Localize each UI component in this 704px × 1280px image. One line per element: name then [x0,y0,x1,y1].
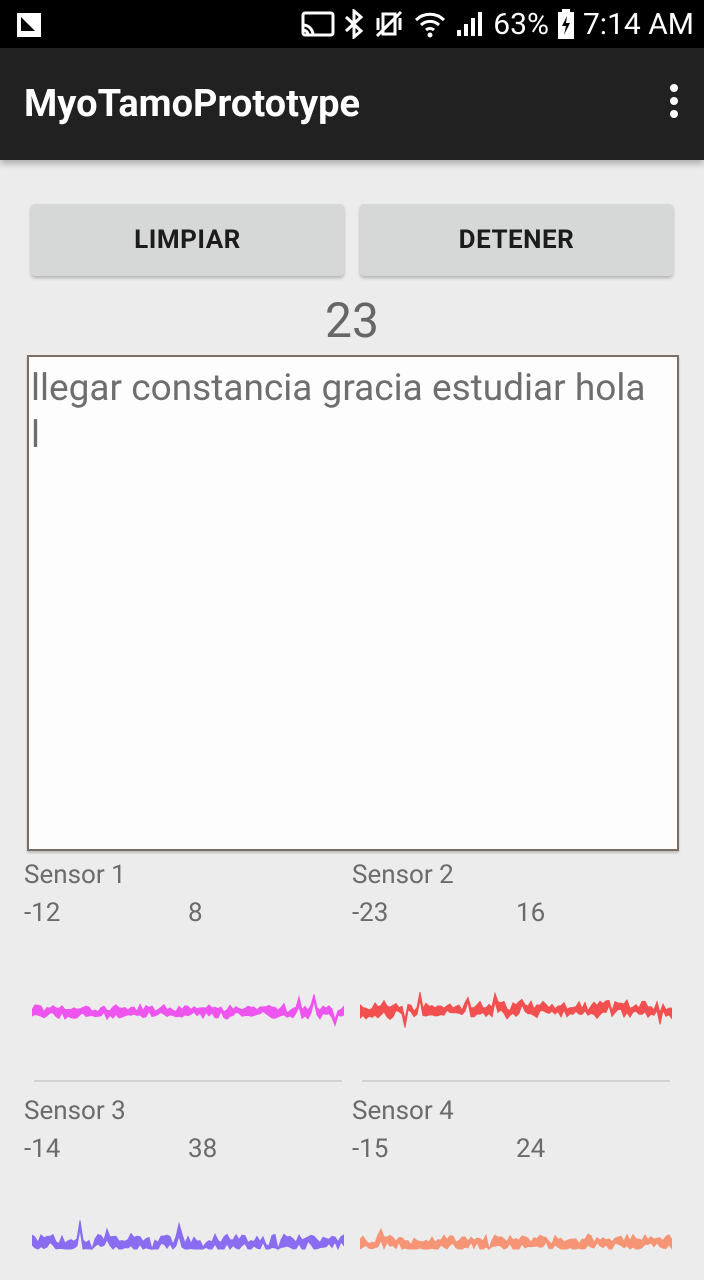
sensor-waveform [32,1220,344,1251]
overflow-menu-icon[interactable] [666,84,682,124]
stop-button[interactable]: DETENER [360,204,673,276]
sensor-1-min: -12 [24,898,61,928]
battery-percentage: 63% [493,6,549,42]
sensor-4-min: -15 [352,1134,389,1164]
sensor-waveform [360,991,672,1028]
status-bar: 63% 7:14 AM [0,0,704,48]
sensor-3-graph [32,1220,344,1251]
wifi-icon [415,12,446,38]
sensor-2-max: 16 [516,898,546,928]
divider [34,1080,342,1082]
divider [362,1080,670,1082]
sensor-2-graph [360,991,672,1028]
sensor-4-max: 24 [516,1134,546,1164]
sensor-1-graph [32,994,344,1028]
sensor-3-min: -14 [24,1134,61,1164]
sensor-4-graph [360,1227,672,1251]
sensor-3-max: 38 [188,1134,218,1164]
screenshot-notification-icon [17,13,41,37]
battery-charging-icon [557,9,574,39]
sensor-4-label: Sensor 4 [352,1096,454,1126]
app-bar: MyoTamoPrototype [0,48,704,160]
output-text: llegar constancia gracia estudiar hola l [31,367,646,457]
clear-button[interactable]: LIMPIAR [31,204,344,276]
cast-icon [301,11,335,37]
sensor-waveform [360,1227,672,1251]
bluetooth-icon [345,9,364,39]
sensor-2-min: -23 [352,898,389,928]
signal-icon [457,12,483,36]
app-title: MyoTamoPrototype [24,82,361,126]
sensor-waveform [32,994,344,1028]
sensor-3-label: Sensor 3 [24,1096,126,1126]
vibrate-mute-icon [376,10,403,38]
sensor-2-label: Sensor 2 [352,860,454,890]
word-counter: 23 [325,292,379,349]
sensor-1-max: 8 [188,898,203,928]
output-text-area[interactable]: llegar constancia gracia estudiar hola l [27,355,679,851]
sensor-1-label: Sensor 1 [24,860,126,890]
clock: 7:14 AM [582,6,694,42]
